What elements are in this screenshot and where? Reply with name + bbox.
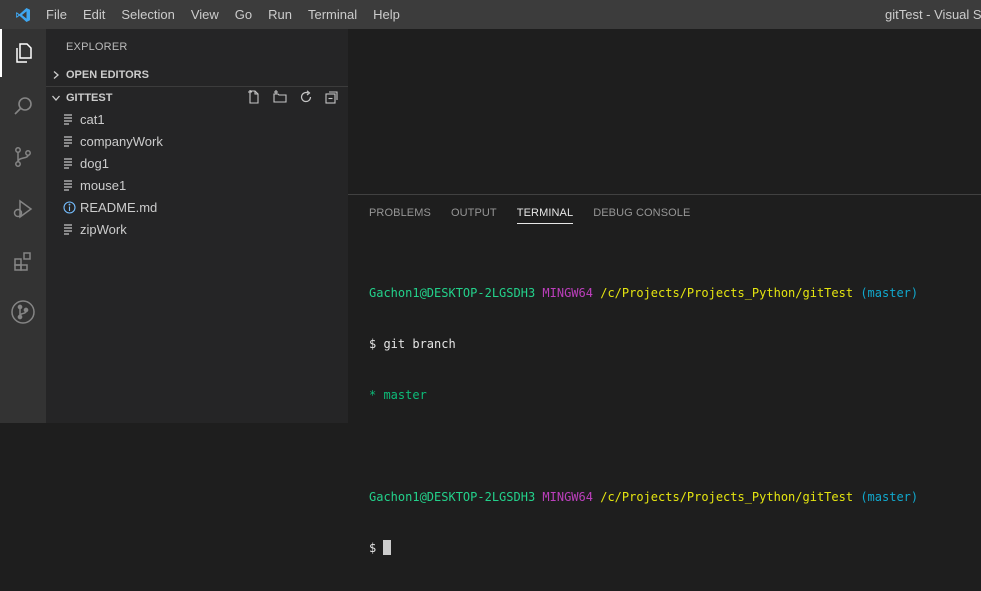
- folder-header-gittest[interactable]: GITTEST: [46, 87, 348, 109]
- chevron-down-icon: [46, 93, 66, 103]
- file-item-readme[interactable]: README.md: [46, 196, 348, 218]
- terminal-cursor: [383, 540, 392, 555]
- prompt-shell: MINGW64: [542, 286, 593, 300]
- file-item-companywork[interactable]: companyWork: [46, 130, 348, 152]
- title-bar: File Edit Selection View Go Run Terminal…: [0, 0, 981, 29]
- files-icon[interactable]: [0, 29, 46, 77]
- file-name: cat1: [80, 111, 105, 127]
- menu-bar: File Edit Selection View Go Run Terminal…: [46, 0, 408, 29]
- extensions-icon[interactable]: [0, 237, 46, 285]
- window-title: gitTest - Visual Studio Code: [885, 7, 981, 22]
- terminal-output[interactable]: Gachon1@DESKTOP-2LGSDH3 MINGW64 /c/Proje…: [369, 251, 918, 591]
- new-folder-icon[interactable]: [272, 89, 288, 108]
- sidebar-title: EXPLORER: [66, 41, 128, 53]
- vscode-logo-icon: [0, 0, 46, 29]
- chevron-right-icon: [46, 70, 66, 80]
- file-name: zipWork: [80, 221, 127, 237]
- text-file-icon: [62, 157, 76, 169]
- menu-edit[interactable]: Edit: [75, 0, 113, 29]
- editor-area[interactable]: [348, 29, 981, 194]
- text-file-icon: [62, 135, 76, 147]
- terminal-prompt-line: Gachon1@DESKTOP-2LGSDH3 MINGW64 /c/Proje…: [369, 285, 918, 302]
- terminal-output-line: * master: [369, 388, 427, 402]
- collapse-all-icon[interactable]: [324, 89, 340, 108]
- open-editors-header[interactable]: OPEN EDITORS: [46, 64, 348, 86]
- menu-run[interactable]: Run: [260, 0, 300, 29]
- activity-bar: [0, 29, 46, 423]
- menu-help[interactable]: Help: [365, 0, 408, 29]
- menu-selection[interactable]: Selection: [113, 0, 182, 29]
- menu-go[interactable]: Go: [227, 0, 260, 29]
- prompt-path: /c/Projects/Projects_Python/gitTest: [600, 286, 854, 300]
- git-graph-icon[interactable]: [0, 288, 46, 336]
- source-control-icon[interactable]: [0, 133, 46, 181]
- prompt-user-host: Gachon1@DESKTOP-2LGSDH3: [369, 286, 536, 300]
- new-file-icon[interactable]: [246, 89, 262, 108]
- terminal-input-line[interactable]: $: [369, 540, 918, 557]
- text-file-icon: [62, 223, 76, 235]
- panel-tabs: PROBLEMS OUTPUT TERMINAL DEBUG CONSOLE: [369, 207, 690, 224]
- file-item-cat1[interactable]: cat1: [46, 108, 348, 130]
- prompt-path: /c/Projects/Projects_Python/gitTest: [600, 490, 854, 504]
- text-file-icon: [62, 113, 76, 125]
- refresh-icon[interactable]: [298, 89, 314, 108]
- file-name: companyWork: [80, 133, 163, 149]
- prompt-branch: (master): [860, 490, 919, 504]
- file-name: mouse1: [80, 177, 127, 193]
- tab-output[interactable]: OUTPUT: [451, 207, 497, 224]
- text-file-icon: [62, 179, 76, 191]
- file-item-mouse1[interactable]: mouse1: [46, 174, 348, 196]
- bottom-panel: PROBLEMS OUTPUT TERMINAL DEBUG CONSOLE G…: [348, 195, 981, 555]
- search-icon[interactable]: [0, 82, 46, 130]
- explorer-sidebar: EXPLORER OPEN EDITORS GITTEST cat1 compa…: [46, 29, 348, 423]
- tab-debug-console[interactable]: DEBUG CONSOLE: [593, 207, 690, 224]
- prompt-branch: (master): [860, 286, 919, 300]
- open-editors-label: OPEN EDITORS: [66, 69, 149, 81]
- file-item-zipwork[interactable]: zipWork: [46, 218, 348, 240]
- explorer-actions: [246, 87, 340, 109]
- run-debug-icon[interactable]: [0, 185, 46, 233]
- file-name: dog1: [80, 155, 109, 171]
- menu-file[interactable]: File: [46, 0, 75, 29]
- menu-view[interactable]: View: [183, 0, 227, 29]
- tab-problems[interactable]: PROBLEMS: [369, 207, 431, 224]
- menu-terminal[interactable]: Terminal: [300, 0, 365, 29]
- prompt-shell: MINGW64: [542, 490, 593, 504]
- terminal-prompt-line: Gachon1@DESKTOP-2LGSDH3 MINGW64 /c/Proje…: [369, 489, 918, 506]
- file-item-dog1[interactable]: dog1: [46, 152, 348, 174]
- file-name: README.md: [80, 199, 158, 215]
- folder-label: GITTEST: [66, 92, 113, 104]
- prompt-symbol: $: [369, 541, 384, 555]
- prompt-user-host: Gachon1@DESKTOP-2LGSDH3: [369, 490, 536, 504]
- info-icon: [62, 200, 76, 214]
- tab-terminal[interactable]: TERMINAL: [516, 207, 574, 224]
- terminal-command: $ git branch: [369, 337, 456, 351]
